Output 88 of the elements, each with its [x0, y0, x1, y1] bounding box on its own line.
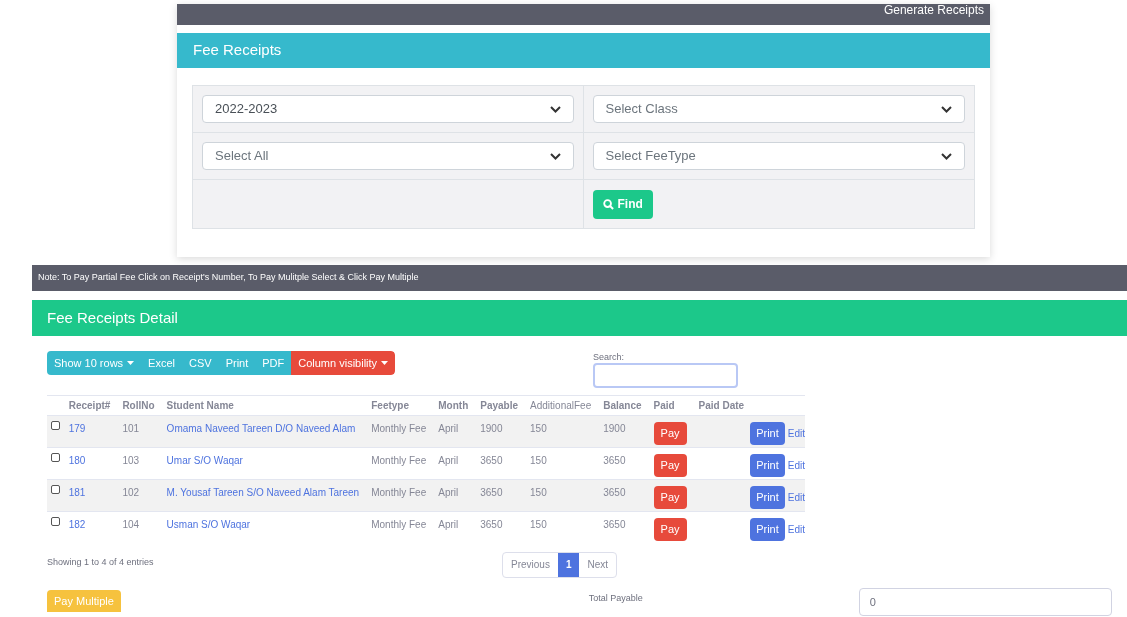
detail-title: Fee Receipts Detail [47, 307, 178, 328]
export-button[interactable]: Excel [141, 351, 182, 375]
row-checkbox[interactable] [51, 453, 60, 462]
column-header: Paid [647, 395, 693, 416]
print-button[interactable]: Print [750, 421, 785, 445]
table-cell: 3650 [480, 455, 503, 466]
edit-link[interactable]: Edit [787, 524, 805, 535]
column-header: RollNo [116, 395, 161, 416]
pay-button[interactable]: Pay [653, 485, 687, 509]
chevron-down-icon [941, 105, 952, 113]
chevron-down-icon [549, 152, 561, 160]
chevron-down-icon [941, 152, 952, 160]
table-cell: April [438, 519, 459, 530]
table-cell: 3650 [603, 519, 626, 530]
table-cell: 3650 [603, 487, 626, 498]
table-cell: 3650 [480, 487, 503, 498]
chevron-down-icon [549, 105, 561, 113]
generate-receipts-link[interactable]: Generate Receipts [883, 4, 984, 16]
table-cell: Monthly Fee [371, 519, 427, 530]
receipt-link[interactable]: 181 [68, 487, 86, 498]
print-button[interactable]: Print [750, 517, 785, 541]
column-header: Month [432, 395, 475, 416]
column-header: Feetype [365, 395, 433, 416]
export-button[interactable]: CSV [182, 351, 219, 375]
table-cell: April [438, 487, 459, 498]
column-header: Student Name [160, 395, 366, 416]
table-cell: 1900 [603, 423, 626, 434]
edit-link[interactable]: Edit [787, 460, 805, 471]
page-button[interactable]: Next [579, 552, 617, 577]
total-payable-field[interactable]: 0 [858, 587, 1112, 616]
edit-link[interactable]: Edit [787, 428, 805, 439]
page-button[interactable]: Previous [503, 552, 558, 577]
caret-icon [381, 361, 389, 365]
table-cell: 150 [530, 487, 547, 498]
panel-title: Fee Receipts [193, 40, 282, 61]
row-checkbox[interactable] [51, 421, 60, 430]
column-header: Payable [474, 395, 525, 416]
table-cell: April [438, 423, 459, 434]
table-cell: April [438, 455, 459, 466]
table-cell: 150 [530, 519, 547, 530]
pay-button[interactable]: Pay [653, 453, 687, 477]
table-cell: Monthly Fee [371, 487, 427, 498]
note-text: Note: To Pay Partial Fee Click on Receipt's Number, To Pay Mulitple Select & Click Pay Multiple [38, 271, 419, 285]
table-cell: 150 [530, 423, 547, 434]
export-button[interactable]: Print [218, 351, 256, 375]
table-cell: 101 [122, 423, 140, 434]
column-header: Receipt# [62, 395, 117, 416]
caret-icon [127, 361, 135, 365]
export-button[interactable]: PDF [255, 351, 292, 375]
table-cell: 3650 [480, 519, 503, 530]
search-field[interactable] [593, 363, 738, 388]
table-cell: 150 [530, 455, 547, 466]
receipt-link[interactable]: 179 [68, 423, 86, 434]
entries-info: Showing 1 to 4 of 4 entries [47, 555, 155, 569]
column-header: AdditionalFee [524, 395, 598, 416]
table-cell: 1900 [480, 423, 503, 434]
search-icon [602, 198, 614, 210]
student-link[interactable]: Omama Naveed Tareen D/O Naveed Alam [166, 423, 356, 434]
page-button[interactable]: 1 [557, 552, 580, 577]
student-link[interactable]: Umar S/O Waqar [166, 455, 243, 466]
table-cell: 102 [122, 487, 140, 498]
find-button[interactable]: Find [592, 189, 653, 219]
search-label: Search: [593, 352, 626, 362]
row-checkbox[interactable] [51, 517, 60, 526]
rows-dropdown-button[interactable]: Show 10 rows [47, 351, 142, 375]
receipt-link[interactable]: 182 [68, 519, 86, 530]
pay-button[interactable]: Pay [653, 421, 687, 445]
select-field[interactable]: 2022-2023 [202, 95, 574, 123]
column-visibility-button[interactable]: Column visibility [291, 351, 396, 375]
pay-button[interactable]: Pay [653, 517, 687, 541]
table-cell: 103 [122, 455, 140, 466]
column-header: Paid Date [692, 395, 751, 416]
select-field[interactable]: Select FeeType [592, 142, 965, 170]
student-link[interactable]: Usman S/O Waqar [166, 519, 251, 530]
table-cell: 3650 [603, 455, 626, 466]
column-header: Balance [597, 395, 648, 416]
print-button[interactable]: Print [750, 453, 785, 477]
table-cell: Monthly Fee [371, 455, 427, 466]
student-link[interactable]: M. Yousaf Tareen S/O Naveed Alam Tareen [166, 487, 360, 498]
receipt-link[interactable]: 180 [68, 455, 86, 466]
row-checkbox[interactable] [51, 485, 60, 494]
select-field[interactable]: Select All [202, 142, 574, 170]
print-button[interactable]: Print [750, 485, 785, 509]
edit-link[interactable]: Edit [787, 492, 805, 503]
total-payable-label: Total Payable [588, 591, 644, 605]
select-field[interactable]: Select Class [592, 95, 965, 123]
table-cell: 104 [122, 519, 140, 530]
table-cell: Monthly Fee [371, 423, 427, 434]
